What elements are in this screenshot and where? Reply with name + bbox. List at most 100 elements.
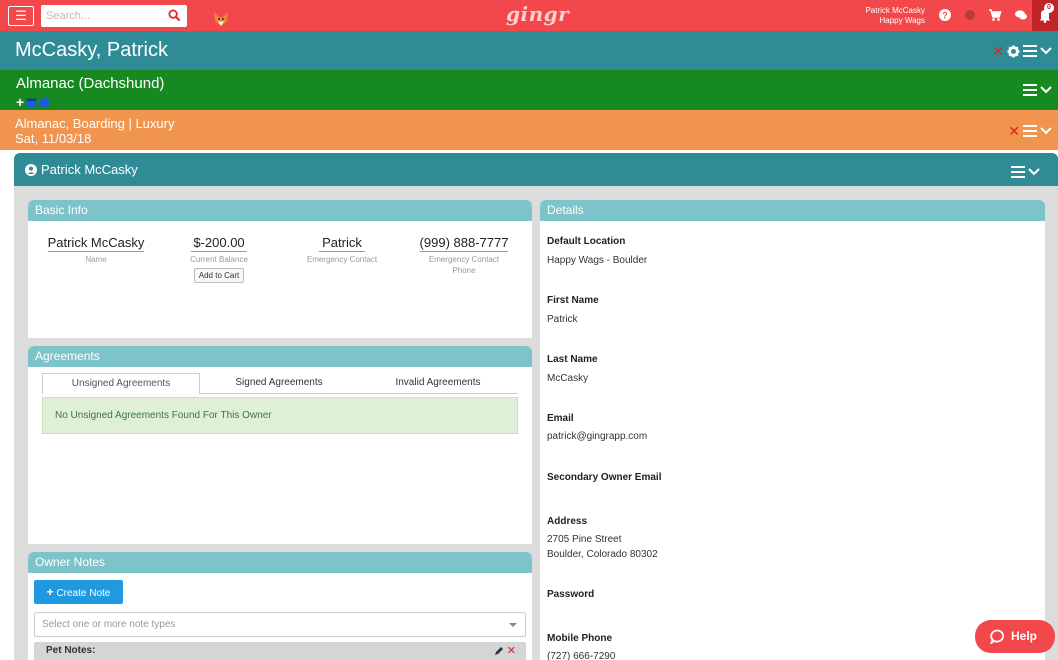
default-location-value: Happy Wags - Boulder [547,255,648,266]
balance-value: $-200.00 [191,235,247,252]
caret-down-icon [509,623,517,627]
notifications-button[interactable]: 0 [1032,0,1058,31]
agreements-header: Agreements [28,346,532,367]
agreements-card: Agreements Unsigned Agreements Signed Ag… [28,346,532,544]
basic-info-card: Basic Info Patrick McCasky Name $-200.00… [28,200,532,338]
owner-notes-header: Owner Notes [28,552,532,573]
chevron-down-icon[interactable] [1028,168,1040,176]
mobile-phone-value: (727) 666-7290 [547,651,616,660]
default-location-label: Default Location [547,236,626,247]
emergency-phone-value: (999) 888-7777 [419,235,509,252]
notification-badge: 0 [1044,3,1054,13]
search-box [41,5,187,27]
pet-notes-label: Pet Notes: [46,645,96,656]
emergency-contact-label: Emergency Contact [306,255,378,264]
balance-label: Current Balance [190,255,248,264]
hamburger-icon[interactable] [1023,45,1037,57]
user-location: Happy Wags [879,16,926,25]
agreement-tabs: Unsigned Agreements Signed Agreements In… [42,373,518,394]
owner-panel-header: Patrick McCasky [14,153,1058,186]
gear-icon[interactable] [1007,44,1020,58]
pet-notes-actions: ✕ [494,644,516,658]
cart-icon[interactable] [988,8,1002,22]
pet-band-left-actions: + [16,95,50,109]
pet-title: Almanac (Dachshund) [16,75,165,92]
svg-text:?: ? [942,11,948,21]
owner-band-actions: ✕ [992,44,1052,58]
fox-icon[interactable] [212,10,230,28]
tab-signed-agreements[interactable]: Signed Agreements [200,373,358,394]
no-agreements-message: No Unsigned Agreements Found For This Ow… [42,397,518,434]
balance-field: $-200.00 Current Balance Add to Cart [176,234,262,283]
chevron-down-icon[interactable] [1040,86,1052,94]
create-note-button[interactable]: + Create Note [34,580,123,604]
details-card: Details Default Location Happy Wags - Bo… [540,200,1045,660]
info-icon[interactable] [39,97,50,108]
delete-icon[interactable]: ✕ [507,644,516,658]
emergency-contact-field: Patrick Emergency Contact [296,234,388,265]
tab-invalid-agreements[interactable]: Invalid Agreements [358,373,518,394]
last-name-label: Last Name [547,354,598,365]
email-label: Email [547,413,574,424]
pet-band-actions [1023,84,1052,96]
plus-icon: + [46,585,54,599]
chat-icon[interactable] [1014,8,1028,22]
tab-underline [200,393,518,394]
last-name-value: McCasky [547,373,589,384]
plus-icon[interactable]: + [16,95,24,109]
first-name-value: Patrick [547,314,578,325]
close-icon[interactable]: ✕ [992,44,1004,58]
hamburger-icon[interactable] [1011,166,1025,178]
emergency-contact-value: Patrick [319,235,365,252]
pet-notes-row: Pet Notes: ✕ [34,642,526,660]
panel-actions [1011,166,1040,178]
panel-title: Patrick McCasky [41,162,138,177]
help-label: Help [1011,629,1038,643]
tab-unsigned-agreements[interactable]: Unsigned Agreements [42,373,200,394]
menu-button[interactable]: ☰ [8,6,34,26]
owner-band: McCasky, Patrick ✕ [0,31,1058,70]
chat-bubble-icon [990,629,1004,644]
help-button[interactable]: Help [975,620,1055,653]
hamburger-icon[interactable] [1023,84,1037,96]
owner-name-label: Name [85,255,107,264]
note-type-select[interactable]: Select one or more note types [34,612,526,637]
mobile-phone-label: Mobile Phone [547,633,612,644]
search-input[interactable] [41,5,161,27]
chevron-down-icon[interactable] [1040,127,1052,135]
menu-icon: ☰ [15,8,27,23]
owner-name-field: Patrick McCasky Name [42,234,150,265]
secondary-email-label: Secondary Owner Email [547,472,662,483]
address-label: Address [547,516,588,527]
chevron-down-icon[interactable] [1040,47,1052,55]
reservation-title: Almanac, Boarding | Luxury [15,116,175,131]
calendar-icon[interactable] [26,97,37,108]
user-circle-icon [25,164,37,176]
close-icon[interactable]: ✕ [1008,124,1020,138]
search-icon[interactable] [168,9,181,22]
reservation-band: Almanac, Boarding | Luxury Sat, 11/03/18… [0,110,1058,150]
pencil-icon[interactable] [494,646,504,656]
emergency-phone-field: (999) 888-7777 Emergency Contact Phone [412,234,516,276]
password-label: Password [547,589,595,600]
top-navbar: ☰ gingr Patrick McCasky Happy Wags ? 0 [0,0,1058,31]
note-type-placeholder: Select one or more note types [42,619,176,630]
details-header: Details [540,200,1045,221]
emergency-phone-label: Emergency Contact Phone [428,255,500,275]
reservation-band-actions: ✕ [1008,124,1052,138]
owner-notes-card: Owner Notes + Create Note Select one or … [28,552,532,660]
user-menu[interactable]: Patrick McCasky Happy Wags [865,6,925,26]
question-icon[interactable]: ? [938,8,952,22]
email-value: patrick@gingrapp.com [547,431,648,442]
gingr-logo[interactable]: gingr [506,2,569,26]
address-line2: Boulder, Colorado 80302 [547,549,658,560]
owner-title: McCasky, Patrick [15,39,168,61]
address-line1: 2705 Pine Street [547,534,622,545]
pet-band: Almanac (Dachshund) + [0,70,1058,110]
basic-info-header: Basic Info [28,200,532,221]
hamburger-icon[interactable] [1023,125,1037,137]
first-name-label: First Name [547,295,599,306]
reservation-date: Sat, 11/03/18 [15,131,92,146]
add-to-cart-button[interactable]: Add to Cart [193,268,245,283]
status-dot-icon[interactable] [963,8,977,22]
